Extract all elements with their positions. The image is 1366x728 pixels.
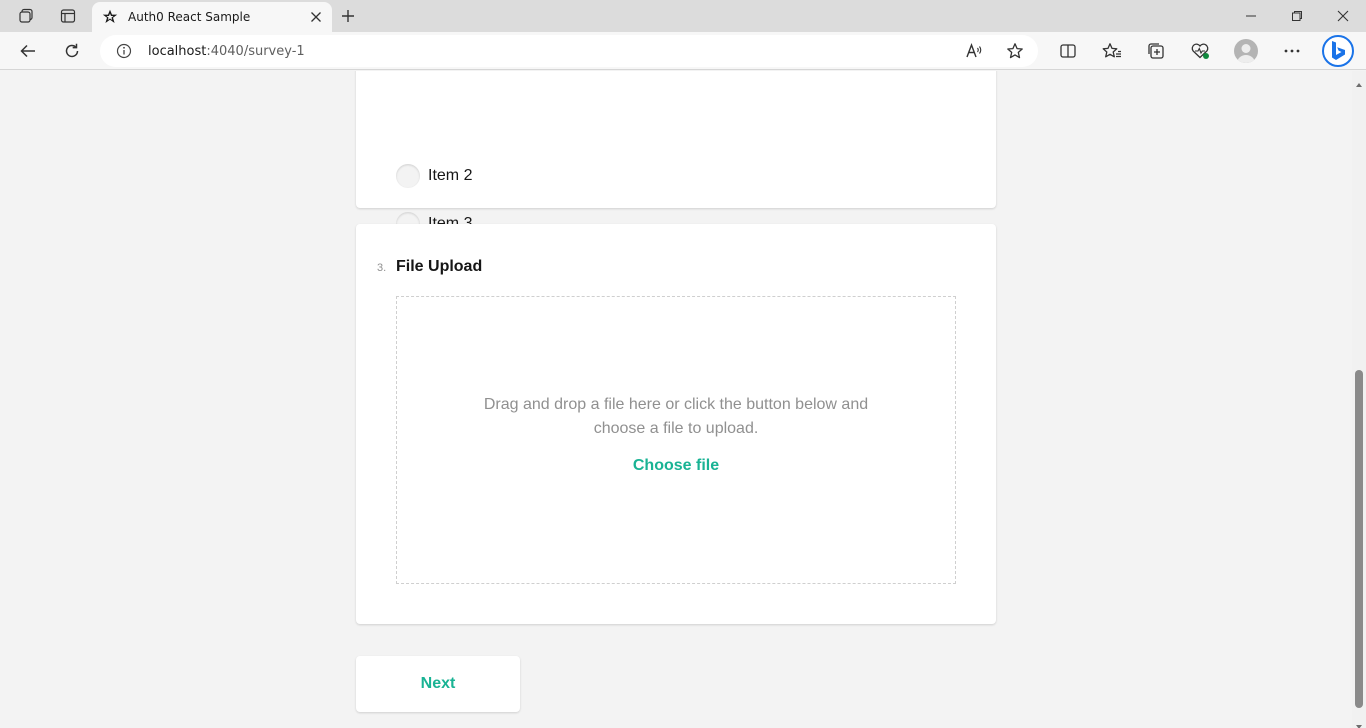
url-path: :4040/survey-1 bbox=[206, 44, 305, 59]
radio-button[interactable] bbox=[396, 164, 420, 188]
collections-icon[interactable] bbox=[1144, 39, 1168, 63]
refresh-icon[interactable] bbox=[58, 37, 86, 65]
vertical-tabs-icon[interactable] bbox=[54, 4, 82, 28]
browser-toolbar: localhost:4040/survey-1 bbox=[0, 32, 1366, 70]
choose-file-button[interactable]: Choose file bbox=[397, 457, 955, 475]
minimize-icon[interactable] bbox=[1228, 0, 1274, 32]
bing-copilot-icon[interactable] bbox=[1322, 35, 1354, 67]
page-scrollbar[interactable] bbox=[1352, 71, 1366, 728]
favorite-star-icon[interactable] bbox=[1005, 41, 1025, 61]
browser-titlebar: Auth0 React Sample bbox=[0, 0, 1366, 32]
tab-title: Auth0 React Sample bbox=[128, 10, 251, 24]
question-3-card: 3. File Upload Drag and drop a file here… bbox=[356, 224, 996, 624]
split-screen-icon[interactable] bbox=[1056, 39, 1080, 63]
url-text[interactable]: localhost:4040/survey-1 bbox=[148, 44, 305, 59]
close-window-icon[interactable] bbox=[1320, 0, 1366, 32]
workspaces-icon[interactable] bbox=[12, 4, 40, 28]
profile-icon[interactable] bbox=[1234, 39, 1258, 63]
dropzone-instructions: Drag and drop a file here or click the b… bbox=[483, 396, 869, 437]
more-icon[interactable] bbox=[1280, 39, 1304, 63]
read-aloud-icon[interactable] bbox=[964, 41, 984, 61]
question-2-card: Item 2 Item 3 bbox=[356, 71, 996, 236]
scrollbar-thumb[interactable] bbox=[1355, 370, 1363, 708]
question-number: 3. bbox=[377, 262, 387, 274]
site-info-icon[interactable] bbox=[116, 43, 132, 59]
tab-active[interactable]: Auth0 React Sample bbox=[92, 2, 332, 32]
radio-option-label: Item 2 bbox=[428, 167, 473, 184]
back-icon[interactable] bbox=[14, 37, 42, 65]
favorites-icon[interactable] bbox=[1100, 39, 1124, 63]
scroll-down-arrow-icon[interactable] bbox=[1355, 716, 1363, 728]
restore-icon[interactable] bbox=[1274, 0, 1320, 32]
file-dropzone[interactable]: Drag and drop a file here or click the b… bbox=[396, 296, 956, 584]
browser-essentials-icon[interactable] bbox=[1188, 39, 1212, 63]
question-title: File Upload bbox=[396, 258, 483, 275]
address-bar[interactable]: localhost:4040/survey-1 bbox=[100, 35, 1038, 67]
radio-option-item-2[interactable]: Item 2 bbox=[396, 164, 472, 188]
new-tab-icon[interactable] bbox=[338, 6, 358, 26]
next-button[interactable]: Next bbox=[356, 656, 520, 712]
url-host: localhost bbox=[148, 44, 207, 59]
auth0-favicon bbox=[102, 9, 118, 25]
close-tab-icon[interactable] bbox=[308, 9, 324, 25]
page-content: Item 2 Item 3 3. File Upload Drag and dr… bbox=[0, 71, 1352, 728]
scroll-up-arrow-icon[interactable] bbox=[1355, 74, 1363, 87]
